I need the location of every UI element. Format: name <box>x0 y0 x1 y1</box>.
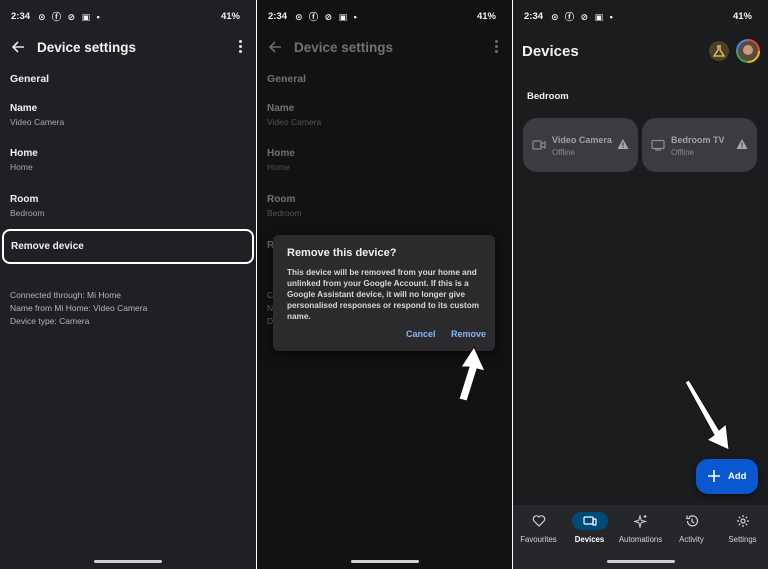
page-title: Devices <box>522 43 579 60</box>
section-general: General <box>10 73 50 85</box>
setting-value: Home <box>267 162 290 172</box>
battery-level: 41% <box>732 11 752 22</box>
warning-icon <box>617 139 629 149</box>
info-line: Device type: Camera <box>10 316 90 326</box>
nav-automations[interactable]: Automations <box>615 512 666 544</box>
setting-value: Video Camera <box>267 117 322 127</box>
setting-row-name[interactable]: Name Video Camera <box>10 103 246 127</box>
cancel-button[interactable]: Cancel <box>406 329 436 339</box>
setting-label: Room <box>267 194 296 205</box>
notification-icons: ⊙ ⓕ ⊘ ▣ • <box>295 12 359 22</box>
device-name: Bedroom TV <box>671 135 725 145</box>
back-arrow-icon[interactable] <box>10 39 26 55</box>
setting-label: Name <box>10 103 38 114</box>
setting-label: Name <box>267 103 295 114</box>
status-bar: 2:34 ⊙ ⓕ ⊘ ▣ • 41% <box>257 0 512 30</box>
setting-value: Video Camera <box>10 117 65 127</box>
more-vert-icon[interactable] <box>237 40 243 54</box>
device-tile-bedroom-tv[interactable]: Bedroom TV Offline <box>642 118 757 172</box>
nav-label: Automations <box>618 535 663 544</box>
heart-icon <box>521 512 557 530</box>
remove-device-button[interactable]: Remove device <box>2 229 254 264</box>
info-line: Name from Mi Home: Video Camera <box>10 303 148 313</box>
battery-level: 41% <box>476 11 496 22</box>
setting-value: Home <box>10 162 33 172</box>
nav-devices[interactable]: Devices <box>564 512 615 544</box>
sparkle-icon <box>623 512 659 530</box>
setting-value: Bedroom <box>267 208 302 218</box>
notification-icons: ⊙ ⓕ ⊘ ▣ • <box>38 12 102 22</box>
camera-icon <box>532 140 546 150</box>
devices-icon <box>571 512 608 530</box>
confirm-remove-button[interactable]: Remove <box>451 329 486 339</box>
app-bar: Device settings <box>0 36 256 62</box>
nav-label: Activity <box>679 535 704 544</box>
status-time: 2:34 <box>524 11 544 22</box>
status-time: 2:34 <box>268 11 288 22</box>
remove-dialog-screen: 2:34 ⊙ ⓕ ⊘ ▣ • 41% Device settings Gener… <box>257 0 512 569</box>
setting-row-name: Name Video Camera <box>267 103 502 127</box>
nav-label: Settings <box>728 535 757 544</box>
add-device-button[interactable]: Add <box>696 459 758 494</box>
page-title: Device settings <box>294 40 394 55</box>
pointer-arrow-icon <box>684 379 730 451</box>
device-tile-video-camera[interactable]: Video Camera Offline <box>523 118 638 172</box>
battery-level: 41% <box>220 11 240 22</box>
dialog-message: This device will be removed from your ho… <box>287 268 479 321</box>
devices-screen: 2:34 ⊙ ⓕ ⊘ ▣ • 41% Devices Bedroom Video… <box>513 0 768 569</box>
nav-favourites[interactable]: Favourites <box>513 512 564 544</box>
app-bar: Device settings <box>257 36 512 62</box>
more-vert-icon <box>493 40 499 54</box>
room-heading: Bedroom <box>527 91 569 102</box>
tv-icon <box>651 139 665 151</box>
warning-icon <box>736 139 748 149</box>
info-line: Connected through: Mi Home <box>10 290 122 300</box>
device-info: Connected through: Mi Home Name from Mi … <box>10 289 147 328</box>
nav-activity[interactable]: Activity <box>666 512 717 544</box>
page-title: Device settings <box>37 40 137 55</box>
setting-label: Home <box>267 148 295 159</box>
gesture-bar <box>606 560 675 563</box>
plus-icon <box>708 470 720 482</box>
status-time: 2:34 <box>11 11 31 22</box>
notification-icons: ⊙ ⓕ ⊘ ▣ • <box>551 12 615 22</box>
history-icon <box>674 512 710 530</box>
device-status: Offline <box>552 148 575 157</box>
nav-label: Devices <box>574 535 605 544</box>
back-arrow-icon <box>268 41 281 53</box>
setting-value: Bedroom <box>10 208 45 218</box>
labs-flask-icon[interactable] <box>709 41 729 61</box>
setting-row-home[interactable]: Home Home <box>10 148 246 172</box>
account-avatar[interactable] <box>736 39 760 63</box>
device-name: Video Camera <box>552 135 612 145</box>
dialog-title: Remove this device? <box>287 247 397 259</box>
avatar-photo <box>738 41 758 61</box>
setting-row-room[interactable]: Room Bedroom <box>10 194 246 218</box>
add-label: Add <box>728 471 747 482</box>
gesture-bar <box>350 560 419 563</box>
bottom-navigation: Favourites Devices Automations Activity … <box>513 505 768 569</box>
section-general: General <box>267 73 307 85</box>
status-bar: 2:34 ⊙ ⓕ ⊘ ▣ • 41% <box>0 0 256 30</box>
device-status: Offline <box>671 148 694 157</box>
nav-label: Favourites <box>520 535 557 544</box>
remove-device-label: Remove device <box>11 241 84 252</box>
setting-label: Room <box>10 194 39 205</box>
device-settings-screen: 2:34 ⊙ ⓕ ⊘ ▣ • 41% Device settings Gener… <box>0 0 256 569</box>
remove-device-dialog: Remove this device? This device will be … <box>273 235 495 351</box>
nav-settings[interactable]: Settings <box>717 512 768 544</box>
setting-row-home: Home Home <box>267 148 502 172</box>
status-bar: 2:34 ⊙ ⓕ ⊘ ▣ • 41% <box>513 0 768 30</box>
setting-label: Home <box>10 148 38 159</box>
pointer-arrow-icon <box>458 345 486 402</box>
gear-icon <box>725 512 761 530</box>
setting-row-room: Room Bedroom <box>267 194 502 218</box>
gesture-bar <box>94 560 162 563</box>
